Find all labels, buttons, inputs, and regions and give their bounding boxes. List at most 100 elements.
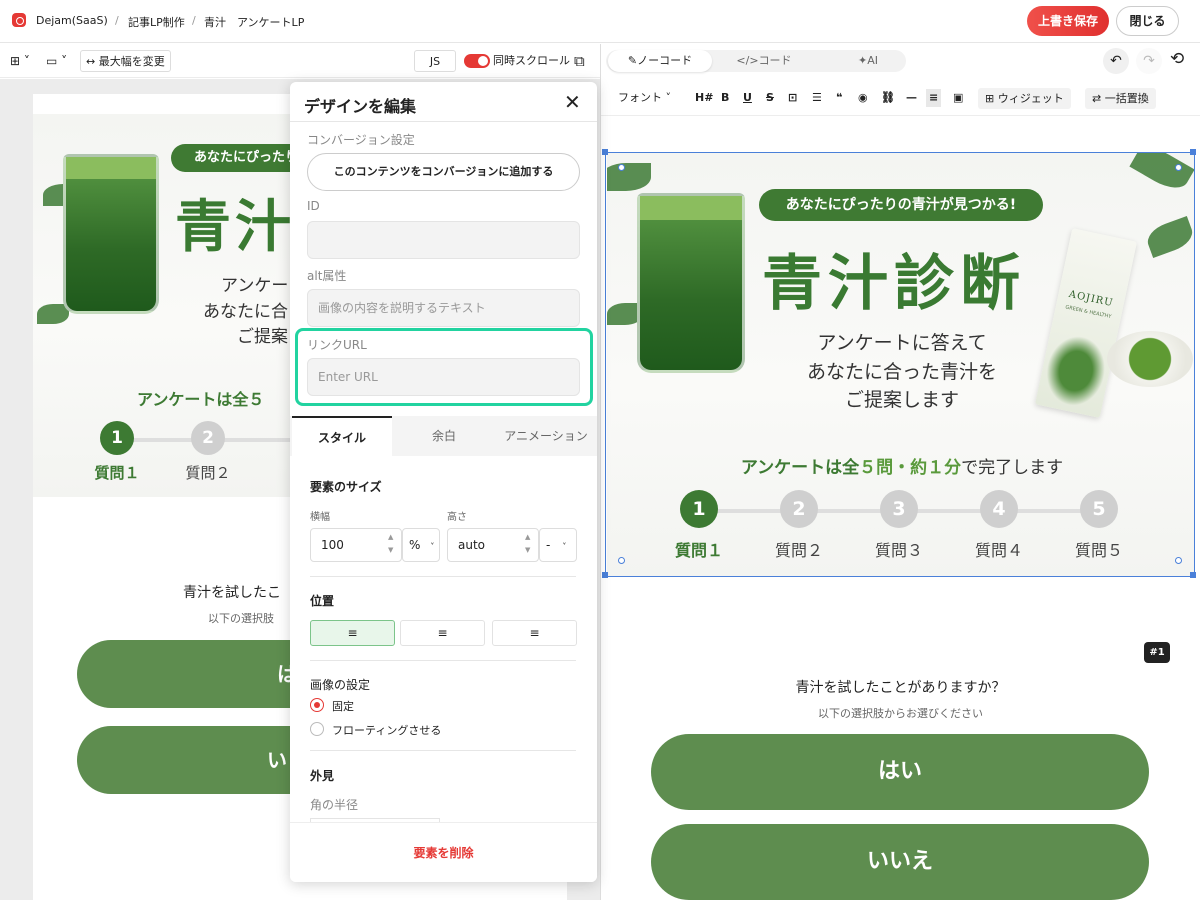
strikethrough-icon[interactable]: S [766, 91, 774, 105]
leaf-decoration [1143, 215, 1194, 259]
resize-handle[interactable] [618, 164, 625, 171]
step-circle: 2 [780, 490, 818, 528]
align-left-button[interactable]: ≡ [310, 620, 395, 646]
alt-label: alt属性 [307, 269, 347, 283]
floating-radio[interactable] [310, 722, 324, 736]
close-button[interactable]: 閉じる [1116, 6, 1179, 36]
breadcrumb-separator: / [115, 14, 119, 27]
layout-select-icon[interactable]: ⊞ ˅ [10, 50, 30, 72]
delete-element-button[interactable]: 要素を削除 [290, 844, 597, 861]
answer-yes-button[interactable]: はい [651, 734, 1149, 810]
js-toggle-button[interactable]: JS ON [414, 50, 456, 90]
link-url-field[interactable]: Enter URL [307, 358, 580, 396]
horizontal-rule-icon[interactable]: — [906, 91, 917, 105]
alt-field[interactable]: 画像の内容を説明するテキスト [307, 289, 580, 327]
size-heading: 要素のサイズ [310, 480, 382, 494]
copy-icon[interactable]: ⧉ [574, 50, 585, 72]
close-icon[interactable]: ✕ [564, 90, 581, 114]
heading-button[interactable]: H# [695, 91, 713, 105]
image-settings-heading: 画像の設定 [310, 678, 371, 692]
height-stepper-icon[interactable]: ▲ ▼ [525, 531, 530, 557]
save-button[interactable]: 上書き保存 [1027, 6, 1109, 36]
breadcrumb-app[interactable]: Dejam(SaaS) [36, 14, 108, 27]
question-subtitle: 以下の選択肢 [208, 612, 274, 625]
step-label: 質問３ [874, 541, 923, 560]
hero-title: 青汁診断 [762, 249, 1026, 319]
corner-handle[interactable] [602, 572, 608, 578]
design-panel: デザインを編集 ✕ コンバージョン設定 このコンテンツをコンバージョンに追加する… [290, 82, 597, 882]
step-circle: 4 [980, 490, 1018, 528]
undo-icon[interactable]: ↶ [1103, 48, 1129, 74]
max-width-label: 最大幅を変更 [98, 55, 165, 68]
history-icon[interactable]: ⟲ [1170, 49, 1184, 69]
link-icon[interactable]: ⛓ [881, 91, 895, 105]
align-center-icon: ≡ [437, 626, 448, 640]
step-label: 質問５ [1074, 541, 1123, 560]
question-title: 青汁を試したこ [183, 585, 281, 601]
breadcrumb-separator: / [192, 14, 196, 27]
bold-icon[interactable]: B [721, 91, 729, 105]
hero-image[interactable]: あなたにぴったりの青汁が見つかる! 青汁診断 アンケートに答えて あなたに合った… [607, 153, 1194, 576]
divider [290, 121, 597, 122]
list-icon[interactable]: ☰ [812, 91, 822, 105]
answer-no-button[interactable]: いいえ [651, 824, 1149, 900]
font-select[interactable]: フォント ˅ [618, 91, 671, 105]
tab-code[interactable]: </>コード [712, 50, 816, 72]
text-box-icon[interactable]: ⊡ [788, 91, 797, 105]
conversion-label: コンバージョン設定 [307, 133, 415, 147]
tab-nocode[interactable]: ✎ノーコード [608, 50, 712, 72]
corner-radius-label: 角の半径 [310, 798, 359, 812]
resize-handle[interactable] [618, 557, 625, 564]
tab-animation[interactable]: アニメーション [496, 416, 596, 456]
resize-handle[interactable] [1175, 557, 1182, 564]
widget-button[interactable]: ⊞ ウィジェット [978, 88, 1071, 109]
align-left-icon: ≡ [347, 626, 358, 640]
hero-subtitle: アンケートに答えて あなたに合った青汁を ご提案します [806, 332, 997, 411]
device-select-icon[interactable]: ▭ ˅ [46, 50, 67, 72]
step-circle: 1 [680, 490, 718, 528]
align-right-icon: ≡ [529, 626, 540, 640]
quote-icon[interactable]: ❝ [836, 91, 842, 105]
corner-handle[interactable] [1190, 572, 1196, 578]
panel-title: デザインを編集 [304, 97, 417, 116]
corner-handle[interactable] [602, 149, 608, 155]
steps-label: アンケートは全５問・約１分で完了します [740, 458, 1064, 478]
align-center-button[interactable]: ≡ [400, 620, 485, 646]
tab-spacing[interactable]: 余白 [394, 416, 494, 456]
breadcrumb-page: 青汁 アンケートLP [204, 16, 305, 29]
width-unit-select[interactable]: % ˅ [402, 528, 440, 562]
align-right-button[interactable]: ≡ [492, 620, 577, 646]
image-icon[interactable]: ▣ [953, 91, 963, 105]
redo-icon[interactable]: ↷ [1136, 48, 1162, 74]
corner-handle[interactable] [1190, 149, 1196, 155]
palette-icon[interactable]: ◉ [858, 91, 868, 105]
underline-icon[interactable]: U [743, 91, 752, 105]
appearance-heading: 外見 [310, 769, 335, 783]
breadcrumb-section[interactable]: 記事LP制作 [128, 14, 185, 30]
leaf-decoration [607, 163, 651, 191]
tab-style[interactable]: スタイル [292, 416, 392, 456]
code-icon: </> [736, 54, 759, 67]
align-left-icon[interactable]: ≡ [926, 89, 942, 107]
leaf-decoration [1129, 153, 1194, 196]
divider [310, 750, 576, 751]
height-unit-select[interactable]: - ˅ [539, 528, 577, 562]
step-circle: 5 [1080, 490, 1118, 528]
id-field[interactable] [307, 221, 580, 259]
fixed-radio[interactable] [310, 698, 324, 712]
question-subtitle: 以下の選択肢からお選びください [818, 707, 983, 720]
add-conversion-button[interactable]: このコンテンツをコンバージョンに追加する [307, 153, 580, 191]
step-label: 質問２ [774, 541, 823, 560]
sync-scroll-toggle[interactable] [464, 54, 490, 68]
bulk-replace-button[interactable]: ⇄ 一括置換 [1085, 88, 1156, 109]
fixed-label: 固定 [332, 700, 354, 713]
sparkle-icon: ✦ [858, 54, 868, 67]
width-stepper-icon[interactable]: ▲ ▼ [388, 531, 393, 557]
question-title: 青汁を試したことがありますか？ [795, 680, 1006, 696]
height-label: 高さ [447, 512, 467, 523]
step-label: 質問２ [185, 464, 231, 482]
tab-ai[interactable]: ✦AI [816, 50, 920, 72]
powder-bowl [1107, 331, 1193, 387]
resize-handle[interactable] [1175, 164, 1182, 171]
max-width-button[interactable]: ↔ 最大幅を変更 [80, 50, 171, 72]
